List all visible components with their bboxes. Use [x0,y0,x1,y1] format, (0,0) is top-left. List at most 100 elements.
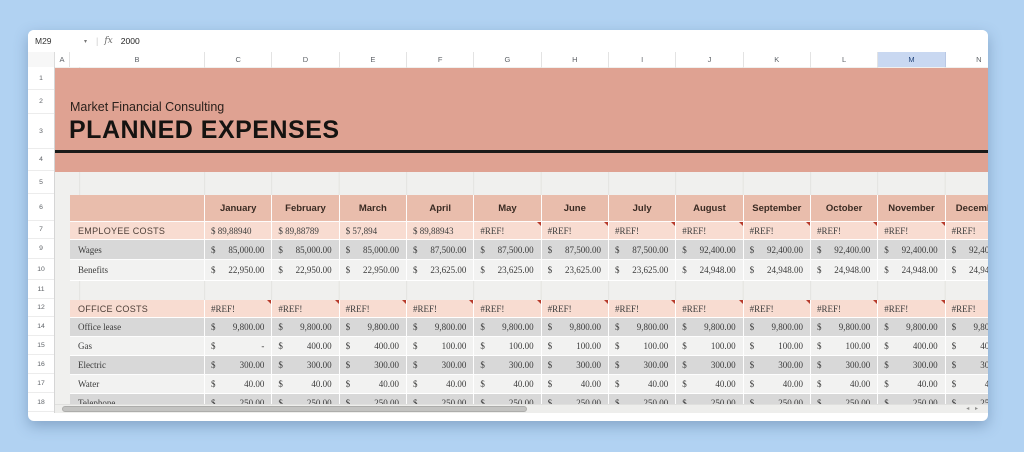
row-header-12[interactable]: 12 [28,299,54,317]
cell-amount[interactable]: $87,500.00 [407,240,474,260]
cell-amount[interactable]: $9,800.00 [676,318,743,337]
month-header-june[interactable]: June [542,195,609,222]
month-header-november[interactable]: November [878,195,945,222]
cell-amount[interactable]: $9,800.00 [407,318,474,337]
cell-amount[interactable]: $100.00 [407,337,474,356]
column-header-F[interactable]: F [407,52,474,67]
cell-amount[interactable]: $9,800.00 [205,318,272,337]
cell-ref-error[interactable]: #REF! [946,222,988,240]
row-header-6[interactable]: 6 [28,194,54,221]
cell-amount[interactable]: $40.00 [474,375,541,394]
column-header-L[interactable]: L [811,52,878,67]
cell-ref-error[interactable]: #REF! [811,300,878,318]
row-header-7[interactable]: 7 [28,221,54,239]
row-label[interactable]: Water [70,375,205,394]
column-header-I[interactable]: I [609,52,676,67]
row-header-14[interactable]: 14 [28,317,54,336]
cell-amount[interactable]: $85,000.00 [205,240,272,260]
cell-amount[interactable]: $40.00 [609,375,676,394]
cell-ref-error[interactable]: #REF! [744,222,811,240]
row-header-4[interactable]: 4 [28,149,54,171]
cell-amount[interactable]: $9,800.00 [609,318,676,337]
row-header-18[interactable]: 18 [28,393,54,412]
column-header-G[interactable]: G [474,52,541,67]
cell-amount[interactable]: $9,800.00 [542,318,609,337]
cell-ref-error[interactable]: #REF! [542,300,609,318]
formula-input[interactable]: 2000 [121,36,140,46]
cell-amount[interactable]: $85,000.00 [340,240,407,260]
column-header-K[interactable]: K [744,52,811,67]
cell-section-total[interactable]: $ 57,894 [340,222,407,240]
cell-amount[interactable]: $40.00 [407,375,474,394]
cell-amount[interactable]: $40.00 [811,375,878,394]
cell-amount[interactable]: $300.00 [272,356,339,375]
cell-amount[interactable]: $92,400.00 [946,240,988,260]
cell-amount[interactable]: $300.00 [676,356,743,375]
cell-section-total[interactable]: $ 89,88789 [272,222,339,240]
scrollbar-arrows-icon[interactable]: ◂ ▸ [966,405,980,412]
cell-amount[interactable]: $24,948.00 [744,260,811,281]
month-header-january[interactable]: January [205,195,272,222]
row-header-16[interactable]: 16 [28,355,54,374]
cell-amount[interactable]: $40.00 [878,375,945,394]
row-header-3[interactable]: 3 [28,114,54,149]
cell-ref-error[interactable]: #REF! [676,300,743,318]
cell-amount[interactable]: $100.00 [811,337,878,356]
month-header-february[interactable]: February [272,195,339,222]
cell-ref-error[interactable]: #REF! [609,222,676,240]
cell-ref-error[interactable]: #REF! [407,300,474,318]
cell-amount[interactable]: $24,948.00 [676,260,743,281]
month-header-september[interactable]: September [744,195,811,222]
month-header-august[interactable]: August [676,195,743,222]
cell-amount[interactable]: $300.00 [542,356,609,375]
cell-amount[interactable]: $85,000.00 [272,240,339,260]
cell-amount[interactable]: $100.00 [609,337,676,356]
cell-amount[interactable]: $40.00 [542,375,609,394]
month-header-march[interactable]: March [340,195,407,222]
cell-amount[interactable]: $300.00 [946,356,988,375]
row-label[interactable]: Benefits [70,260,205,281]
cell-amount[interactable]: $23,625.00 [407,260,474,281]
cell-amount[interactable]: $9,800.00 [272,318,339,337]
cell-amount[interactable]: $92,400.00 [744,240,811,260]
column-header-E[interactable]: E [340,52,407,67]
cell-amount[interactable]: $40.00 [272,375,339,394]
month-header-december[interactable]: December [946,195,988,222]
cell-amount[interactable]: $300.00 [609,356,676,375]
row-label[interactable]: Office lease [70,318,205,337]
cell-amount[interactable]: $400.00 [878,337,945,356]
cell-amount[interactable]: $- [205,337,272,356]
cell-ref-error[interactable]: #REF! [474,222,541,240]
cell-ref-error[interactable]: #REF! [609,300,676,318]
column-header-B[interactable]: B [70,52,205,67]
cell-ref-error[interactable]: #REF! [744,300,811,318]
cell-amount[interactable]: $400.00 [946,337,988,356]
cell-amount[interactable]: $300.00 [878,356,945,375]
cell-amount[interactable]: $100.00 [542,337,609,356]
cell-amount[interactable]: $400.00 [272,337,339,356]
cell-amount[interactable]: $300.00 [340,356,407,375]
cell-ref-error[interactable]: #REF! [272,300,339,318]
row-header-17[interactable]: 17 [28,374,54,393]
cell-amount[interactable]: $100.00 [744,337,811,356]
cell-amount[interactable]: $40.00 [676,375,743,394]
section-label[interactable]: OFFICE COSTS [70,300,205,318]
month-header-october[interactable]: October [811,195,878,222]
cell-amount[interactable]: $22,950.00 [340,260,407,281]
cell-amount[interactable]: $24,948.00 [878,260,945,281]
month-header-april[interactable]: April [407,195,474,222]
row-header-9[interactable]: 9 [28,239,54,259]
scrollbar-thumb[interactable] [62,406,527,412]
cell-ref-error[interactable]: #REF! [878,300,945,318]
row-header-2[interactable]: 2 [28,90,54,114]
cell-amount[interactable]: $300.00 [407,356,474,375]
cell-amount[interactable]: $9,800.00 [946,318,988,337]
cell-amount[interactable]: $40.00 [744,375,811,394]
month-header-may[interactable]: May [474,195,541,222]
cell-amount[interactable]: $300.00 [205,356,272,375]
cell-amount[interactable]: $87,500.00 [609,240,676,260]
cell-amount[interactable]: $40.00 [340,375,407,394]
cell-ref-error[interactable]: #REF! [542,222,609,240]
cell-section-total[interactable]: $ 89,88940 [205,222,272,240]
chevron-down-icon[interactable]: ▾ [84,38,87,45]
